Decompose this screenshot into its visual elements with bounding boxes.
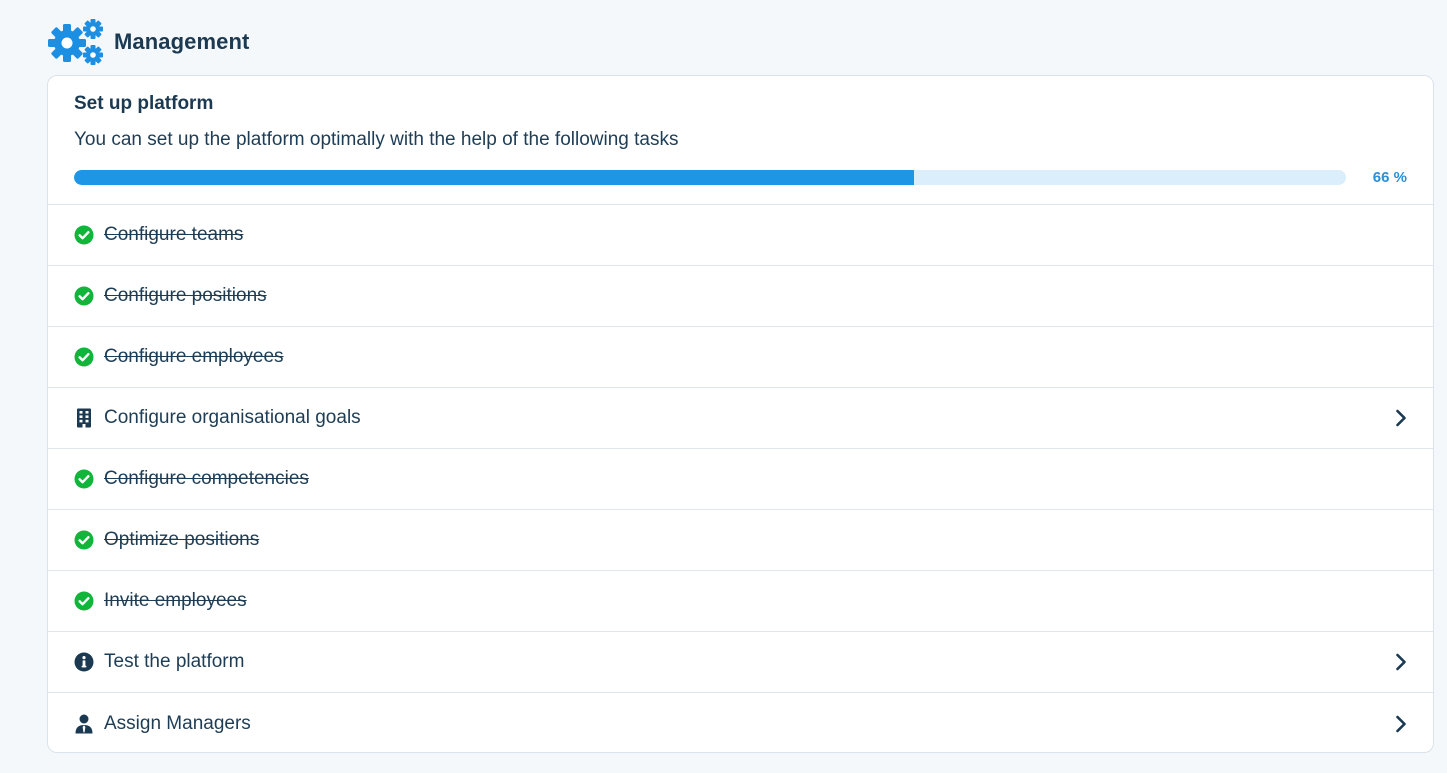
task-label: Configure employees [104,346,284,367]
progress-bar-fill [74,170,914,185]
task-item-assign-managers[interactable]: Assign Managers [48,693,1433,752]
check-circle-icon [74,286,94,306]
task-label: Configure organisational goals [104,407,361,428]
check-circle-icon [74,469,94,489]
task-item-test-the-platform[interactable]: Test the platform [48,632,1433,693]
check-circle-icon [74,225,94,245]
check-circle-icon [74,591,94,611]
user-tie-icon [74,714,94,734]
chevron-right-icon[interactable] [1393,652,1409,672]
task-label: Configure competencies [104,468,309,489]
task-label: Assign Managers [104,712,251,734]
task-item-optimize-positions: Optimize positions [48,510,1433,571]
chevron-right-icon[interactable] [1393,714,1409,734]
task-label: Optimize positions [104,529,260,550]
task-label: Configure teams [104,224,244,245]
task-item-configure-employees: Configure employees [48,327,1433,388]
task-label: Test the platform [104,651,245,672]
check-circle-icon [74,347,94,367]
task-item-configure-competencies: Configure competencies [48,449,1433,510]
setup-card: Set up platform You can set up the platf… [47,75,1434,753]
task-item-invite-employees: Invite employees [48,571,1433,632]
chevron-right-icon[interactable] [1393,408,1409,428]
building-icon [74,408,94,428]
setup-subtitle: You can set up the platform optimally wi… [74,129,679,150]
section-header: Management [47,18,249,66]
check-circle-icon [74,530,94,550]
task-item-configure-organisational-goals[interactable]: Configure organisational goals [48,388,1433,449]
info-circle-icon [74,652,94,672]
setup-title: Set up platform [74,93,214,114]
task-list: Configure teams Configure positions Config… [48,205,1433,752]
task-item-configure-positions: Configure positions [48,266,1433,327]
setup-summary: Set up platform You can set up the platf… [48,76,1433,205]
progress-bar [74,170,1346,185]
task-item-configure-teams: Configure teams [48,205,1433,266]
task-label: Invite employees [104,590,247,611]
gears-icon [48,19,103,65]
section-title: Management [114,29,250,54]
progress-percent-label: 66 % [1372,169,1407,186]
task-label: Configure positions [104,285,267,306]
